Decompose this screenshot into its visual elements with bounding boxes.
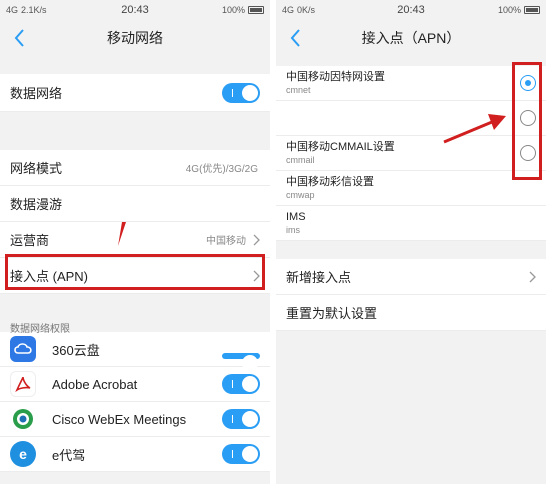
clock: 20:43 [121, 4, 149, 16]
annotation-arrow-icon [118, 222, 126, 246]
annotation-arrow-icon [443, 114, 506, 144]
apn-item-cmwap[interactable]: 中国移动彩信设置 cmwap [276, 171, 546, 206]
app-name: e代驾 [52, 447, 86, 463]
page-title: 移动网络 [107, 30, 163, 46]
reset-default-label: 重置为默认设置 [286, 306, 378, 321]
app-name: Cisco WebEx Meetings [52, 411, 187, 427]
status-bar: 4G 0K/s 20:43 100% [276, 0, 546, 20]
title-bar: 接入点（APN） [276, 20, 546, 56]
app-toggle[interactable] [222, 374, 260, 394]
apn-item-ims[interactable]: IMS ims [276, 206, 546, 241]
battery-percent: 100% [497, 5, 521, 15]
app-row-edaijia: e e代驾 [0, 437, 270, 472]
carrier-row[interactable]: 运营商 中国移动 [0, 222, 270, 258]
page-title: 接入点（APN） [361, 30, 461, 46]
acrobat-icon [10, 371, 36, 397]
apn-sub: cmmail [286, 155, 315, 165]
app-name: 360云盘 [52, 342, 100, 358]
battery-icon [524, 6, 540, 14]
right-screen: 4G 0K/s 20:43 100% 接入点（APN） 中国移动因特网设置 cm… [276, 0, 546, 484]
webex-icon [10, 406, 36, 432]
apn-highlight-box [5, 254, 265, 290]
carrier-value: 中国移动 [206, 236, 246, 247]
apn-sub: cmwap [286, 190, 315, 200]
speed-indicator: 0K/s [297, 5, 316, 15]
app-toggle[interactable] [222, 409, 260, 429]
left-screen: 4G 2.1K/s 20:43 100% 移动网络 数据网络 网络模式 4G(优… [0, 0, 270, 484]
app-row-acrobat: Adobe Acrobat [0, 367, 270, 402]
back-arrow-icon[interactable] [286, 26, 306, 50]
apn-name: IMS [286, 211, 306, 223]
app-row-webex: Cisco WebEx Meetings [0, 402, 270, 437]
e-icon: e [10, 441, 36, 467]
add-apn-label: 新增接入点 [286, 270, 352, 285]
add-apn-row[interactable]: 新增接入点 [276, 259, 546, 295]
app-toggle[interactable] [222, 353, 260, 371]
apn-sub: cmnet [286, 85, 311, 95]
clock: 20:43 [397, 4, 425, 16]
apn-name: 中国移动彩信设置 [286, 176, 374, 188]
apn-name: 中国移动因特网设置 [286, 71, 385, 83]
chevron-right-icon [253, 234, 260, 245]
status-bar: 4G 2.1K/s 20:43 100% [0, 0, 270, 20]
battery-icon [248, 6, 264, 14]
data-roaming-label: 数据漫游 [10, 197, 63, 212]
permissions-header: 数据网络权限 [0, 294, 270, 335]
cloud-icon [10, 336, 36, 362]
network-mode-label: 网络模式 [10, 161, 63, 176]
data-network-row[interactable]: 数据网络 [0, 74, 270, 112]
apn-sub: ims [286, 225, 300, 235]
carrier-label: 运营商 [10, 233, 50, 248]
apn-item-cmnet[interactable]: 中国移动因特网设置 cmnet [276, 66, 546, 101]
speed-indicator: 2.1K/s [21, 5, 47, 15]
data-network-toggle[interactable] [222, 82, 260, 103]
signal-indicator: 4G [6, 5, 19, 15]
app-row-360: 360云盘 [0, 332, 270, 371]
data-roaming-row[interactable]: 数据漫游 [0, 186, 270, 222]
app-toggle[interactable] [222, 444, 260, 464]
signal-indicator: 4G [282, 5, 295, 15]
back-arrow-icon[interactable] [10, 26, 30, 50]
network-mode-row[interactable]: 网络模式 4G(优先)/3G/2G [0, 150, 270, 186]
data-network-label: 数据网络 [10, 86, 63, 101]
reset-default-row[interactable]: 重置为默认设置 [276, 295, 546, 331]
chevron-right-icon [529, 271, 536, 282]
radio-highlight-box [512, 62, 542, 180]
app-name: Adobe Acrobat [52, 376, 138, 392]
battery-percent: 100% [221, 5, 245, 15]
network-mode-value: 4G(优先)/3G/2G [185, 164, 258, 175]
title-bar: 移动网络 [0, 20, 270, 56]
